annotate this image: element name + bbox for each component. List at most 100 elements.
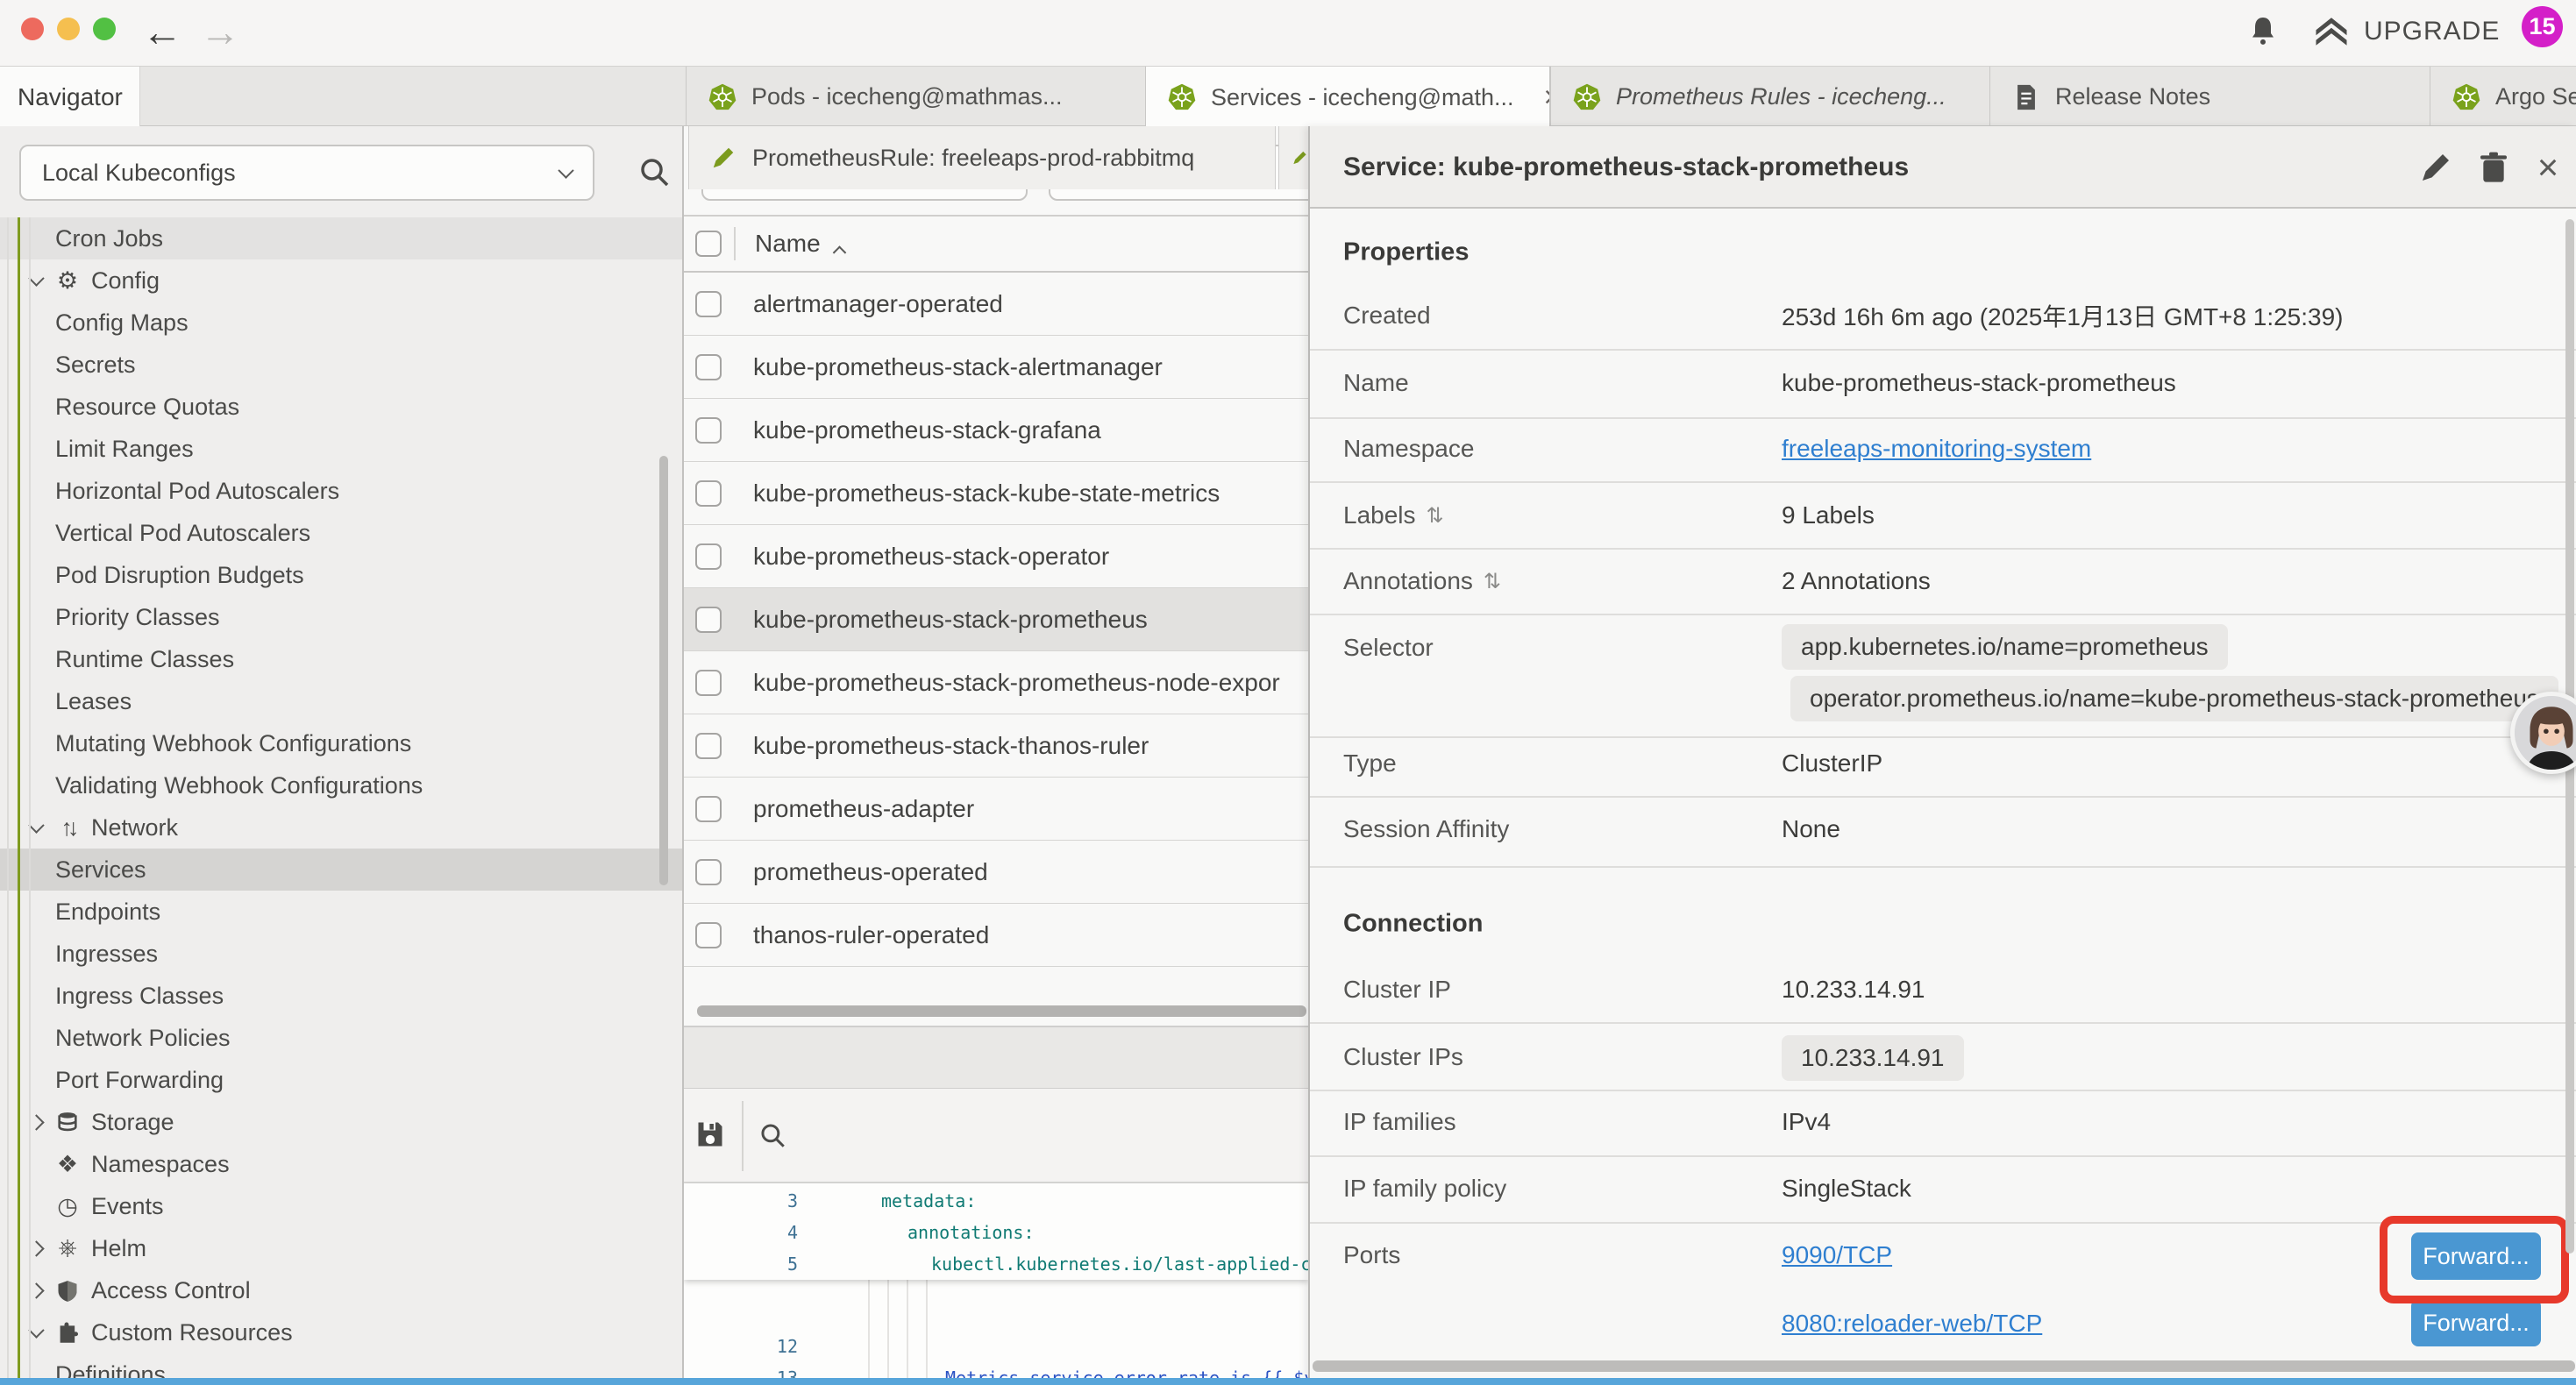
- detail-panel-title: Service: kube-prometheus-stack-prometheu…: [1343, 153, 1909, 182]
- cluster-ips-label: Cluster IPs: [1343, 1043, 1463, 1071]
- panel-horizontal-scrollbar[interactable]: [1313, 1360, 2575, 1372]
- kubernetes-icon: [1167, 82, 1197, 112]
- sidebar-item-horizontal-pod-autoscalers[interactable]: Horizontal Pod Autoscalers: [0, 470, 684, 512]
- sidebar-item-namespaces[interactable]: ❖Namespaces: [0, 1143, 684, 1185]
- forward-button-8080[interactable]: Forward...: [2411, 1299, 2541, 1346]
- sidebar-item-config-maps[interactable]: Config Maps: [0, 302, 684, 344]
- sidebar-group-custom-resources[interactable]: Custom Resources: [0, 1311, 684, 1353]
- sidebar-item-secrets[interactable]: Secrets: [0, 344, 684, 386]
- table-row[interactable]: prometheus-operated: [684, 841, 1308, 904]
- row-checkbox[interactable]: [695, 796, 722, 822]
- name-column-header[interactable]: Name: [755, 230, 821, 258]
- services-list-pane: freeleaps-monitoring-system Aa .* prome …: [684, 126, 1308, 1378]
- cluster-ips-chip: 10.233.14.91: [1782, 1035, 1964, 1081]
- connection-section-heading: Connection: [1343, 910, 1484, 939]
- sidebar-item-ingress-classes[interactable]: Ingress Classes: [0, 975, 684, 1017]
- sidebar-group-config[interactable]: ⚙Config: [0, 259, 684, 302]
- table-row[interactable]: alertmanager-operated: [684, 273, 1308, 336]
- sidebar-group-helm[interactable]: ⎈Helm: [0, 1227, 684, 1269]
- document-icon: [2011, 82, 2041, 112]
- tab-release-notes[interactable]: Release Notes: [1989, 67, 2430, 127]
- sidebar-item-vertical-pod-autoscalers[interactable]: Vertical Pod Autoscalers: [0, 512, 684, 554]
- sidebar-item-events[interactable]: ◷Events: [0, 1185, 684, 1227]
- row-checkbox[interactable]: [695, 543, 722, 570]
- sidebar-item-resource-quotas[interactable]: Resource Quotas: [0, 386, 684, 428]
- sidebar-item-mutating-webhook-configurations[interactable]: Mutating Webhook Configurations: [0, 722, 684, 764]
- table-row[interactable]: prometheus-adapter: [684, 778, 1308, 841]
- port-link-8080[interactable]: 8080:reloader-web/TCP: [1782, 1310, 2042, 1338]
- tab-pods[interactable]: Pods - icecheng@mathmas...: [686, 67, 1145, 127]
- sidebar-item-endpoints[interactable]: Endpoints: [0, 891, 684, 933]
- navigator-panel-tab[interactable]: Navigator: [0, 67, 140, 128]
- sidebar-item-runtime-classes[interactable]: Runtime Classes: [0, 638, 684, 680]
- kubeconfig-selector[interactable]: Local Kubeconfigs: [19, 145, 594, 201]
- sidebar-item-network-policies[interactable]: Network Policies: [0, 1017, 684, 1059]
- row-checkbox[interactable]: [695, 354, 722, 380]
- select-all-checkbox[interactable]: [695, 231, 722, 257]
- window-maximize-button[interactable]: [93, 18, 116, 40]
- port-link-9090[interactable]: 9090/TCP: [1782, 1241, 1892, 1269]
- close-tab-icon[interactable]: ×: [1544, 81, 1550, 115]
- tab-prometheus-rules[interactable]: Prometheus Rules - icecheng...: [1550, 67, 1989, 127]
- notifications-bell-icon[interactable]: [2247, 14, 2279, 47]
- table-row[interactable]: kube-prometheus-stack-kube-state-metrics: [684, 462, 1308, 525]
- tab-services[interactable]: Services - icecheng@math... ×: [1145, 67, 1550, 128]
- table-row[interactable]: kube-prometheus-stack-prometheus-node-ex…: [684, 651, 1308, 714]
- sidebar-item-validating-webhook-configurations[interactable]: Validating Webhook Configurations: [0, 764, 684, 806]
- table-row[interactable]: thanos-ruler-operated: [684, 904, 1308, 967]
- window-close-button[interactable]: [21, 18, 44, 40]
- namespace-link[interactable]: freeleaps-monitoring-system: [1782, 435, 2091, 463]
- row-checkbox[interactable]: [695, 859, 722, 885]
- sidebar-item-ingresses[interactable]: Ingresses: [0, 933, 684, 975]
- table-row[interactable]: kube-prometheus-stack-grafana: [684, 399, 1308, 462]
- annotations-value[interactable]: 2 Annotations: [1782, 567, 1931, 595]
- back-icon[interactable]: ←: [142, 7, 182, 56]
- editor-tab-prometheusrule[interactable]: PrometheusRule: freeleaps-prod-rabbitmq: [688, 126, 1276, 189]
- search-icon[interactable]: [637, 154, 672, 189]
- table-row-selected[interactable]: kube-prometheus-stack-prometheus: [684, 588, 1308, 651]
- sidebar-item-pod-disruption-budgets[interactable]: Pod Disruption Budgets: [0, 554, 684, 596]
- sidebar-group-access-control[interactable]: Access Control: [0, 1269, 684, 1311]
- toolbar-divider: [742, 1101, 744, 1171]
- table-row[interactable]: kube-prometheus-stack-alertmanager: [684, 336, 1308, 399]
- editor-search-icon[interactable]: [758, 1120, 787, 1150]
- tab-argo[interactable]: Argo Se: [2430, 67, 2576, 127]
- notification-count-badge[interactable]: 15: [2522, 6, 2563, 47]
- namespaces-icon: ❖: [53, 1151, 82, 1178]
- window-minimize-button[interactable]: [57, 18, 80, 40]
- type-label: Type: [1343, 749, 1397, 778]
- sidebar-item-leases[interactable]: Leases: [0, 680, 684, 722]
- sidebar-item-limit-ranges[interactable]: Limit Ranges: [0, 428, 684, 470]
- row-checkbox[interactable]: [695, 922, 722, 948]
- row-checkbox[interactable]: [695, 480, 722, 507]
- forward-icon[interactable]: →: [200, 7, 240, 56]
- ip-families-value: IPv4: [1782, 1108, 1831, 1136]
- editor-tab-partial[interactable]: [1278, 126, 1308, 189]
- sidebar-item-cron-jobs[interactable]: Cron Jobs: [0, 217, 684, 259]
- selector-chip: operator.prometheus.io/name=kube-prometh…: [1790, 676, 2558, 721]
- sidebar-group-storage[interactable]: Storage: [0, 1101, 684, 1143]
- sidebar-item-services[interactable]: Services: [0, 849, 684, 891]
- table-row[interactable]: kube-prometheus-stack-thanos-ruler: [684, 714, 1308, 778]
- save-icon[interactable]: [694, 1119, 726, 1150]
- upgrade-button[interactable]: UPGRADE: [2313, 11, 2500, 53]
- sidebar-group-network[interactable]: ↑↓Network: [0, 806, 684, 849]
- row-checkbox[interactable]: [695, 291, 722, 317]
- chevron-right-icon: [28, 1114, 44, 1130]
- sidebar-item-port-forwarding[interactable]: Port Forwarding: [0, 1059, 684, 1101]
- table-row[interactable]: kube-prometheus-stack-operator: [684, 525, 1308, 588]
- row-checkbox[interactable]: [695, 417, 722, 444]
- horizontal-scrollbar[interactable]: [697, 1005, 1306, 1017]
- row-checkbox[interactable]: [695, 607, 722, 633]
- sidebar-item-definitions[interactable]: Definitions: [0, 1353, 684, 1378]
- kubeconfig-selector-value: Local Kubeconfigs: [42, 160, 236, 187]
- sidebar-item-priority-classes[interactable]: Priority Classes: [0, 596, 684, 638]
- trash-icon[interactable]: [2476, 150, 2511, 185]
- close-icon[interactable]: ×: [2530, 150, 2565, 185]
- edit-pencil-icon[interactable]: [2418, 150, 2453, 185]
- row-checkbox[interactable]: [695, 733, 722, 759]
- labels-value[interactable]: 9 Labels: [1782, 501, 1875, 529]
- row-checkbox[interactable]: [695, 670, 722, 696]
- sidebar-scrollbar[interactable]: [659, 456, 668, 885]
- shield-icon: [53, 1277, 82, 1304]
